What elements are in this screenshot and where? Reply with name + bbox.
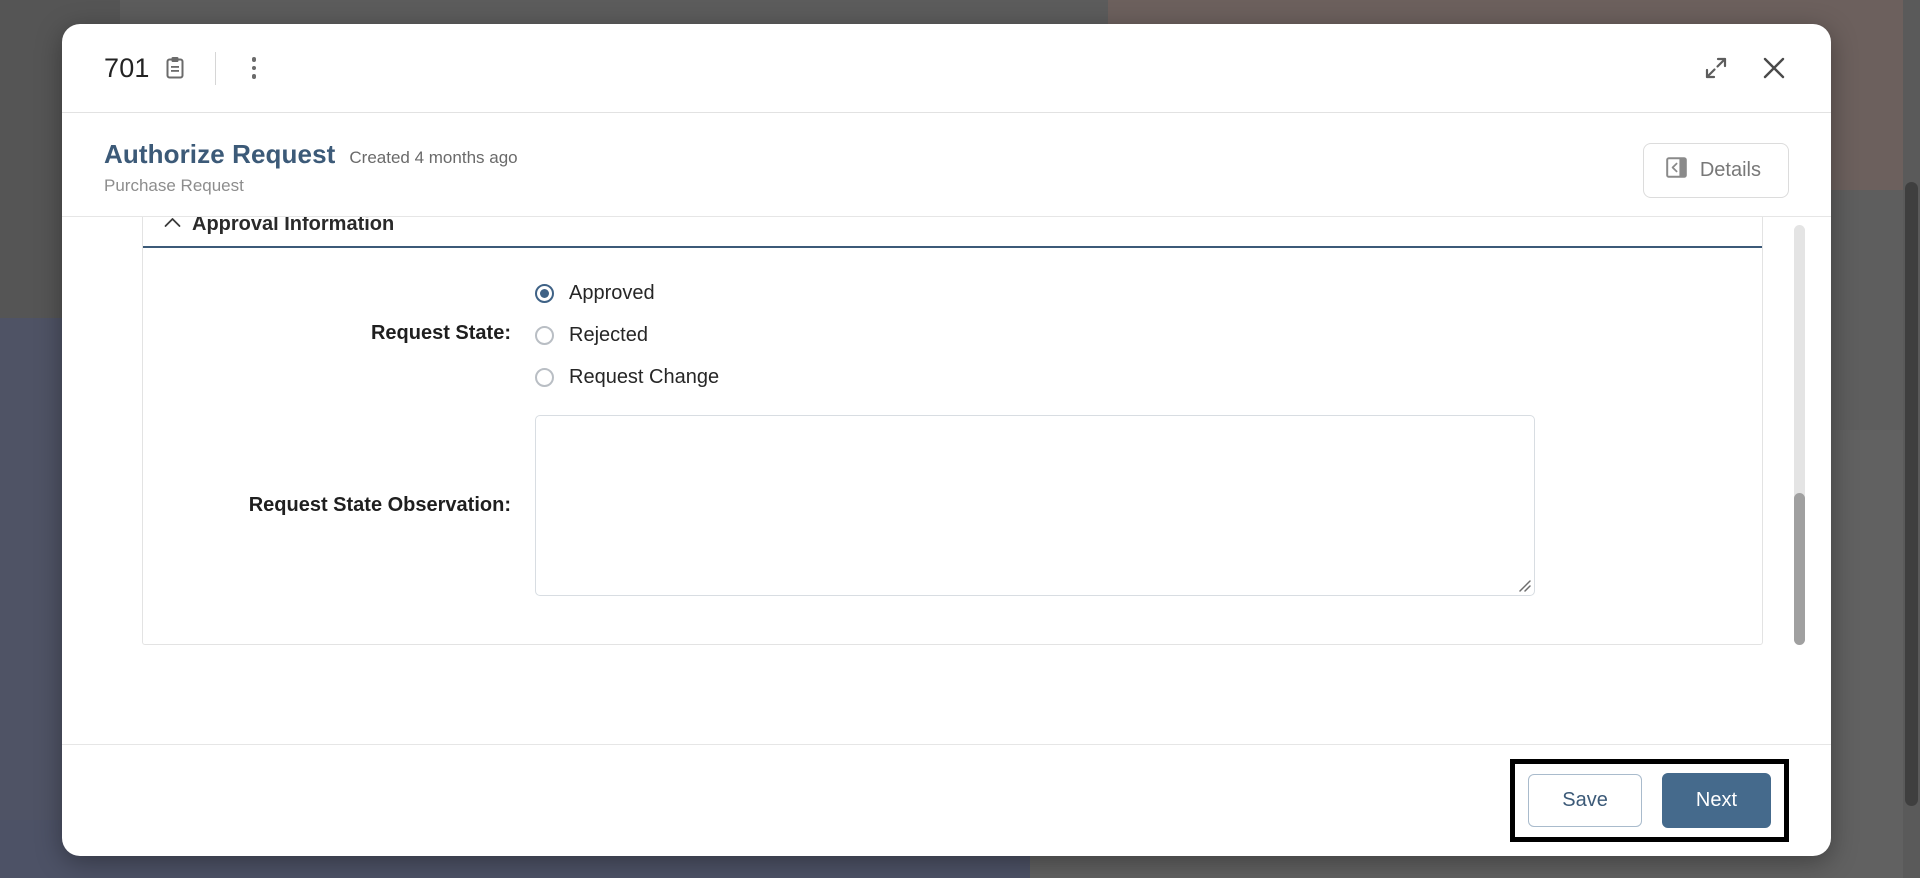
panel-toggle-icon xyxy=(1666,157,1687,184)
section-title: Approval Information xyxy=(192,217,395,235)
resize-grip-icon[interactable] xyxy=(1518,579,1531,592)
record-type-subtitle: Purchase Request xyxy=(104,176,244,195)
header-title-line: Authorize Request Created 4 months ago xyxy=(104,139,518,170)
modal-header: Authorize Request Created 4 months ago P… xyxy=(62,113,1831,217)
clipboard-icon[interactable] xyxy=(165,56,185,80)
observation-label: Request State Observation: xyxy=(248,494,511,516)
titlebar-divider xyxy=(214,51,216,85)
form-fields: Request State: Approved Rejected Request… xyxy=(143,248,1762,596)
form-scroll-region: Approval Information Request State: Appr… xyxy=(62,217,1831,663)
field-request-state: Request State: Approved Rejected Request… xyxy=(143,278,1762,389)
observation-textarea-wrap[interactable] xyxy=(535,415,1535,596)
radio-rejected-mark[interactable] xyxy=(535,326,554,345)
modal-footer: Save Next xyxy=(62,744,1831,856)
request-state-radio-group: Approved Rejected Request Change xyxy=(535,278,719,389)
page-scrollbar-thumb[interactable] xyxy=(1905,182,1918,806)
header-text-block: Authorize Request Created 4 months ago P… xyxy=(104,139,518,196)
approval-information-section: Approval Information Request State: Appr… xyxy=(142,217,1763,645)
radio-approved[interactable]: Approved xyxy=(535,282,719,305)
created-timestamp: Created 4 months ago xyxy=(349,148,518,167)
page-title: Authorize Request xyxy=(104,139,336,169)
record-modal: 701 Authorize Request Created 4 months a… xyxy=(62,24,1831,856)
page-scrollbar[interactable] xyxy=(1903,0,1920,878)
field-request-state-observation: Request State Observation: xyxy=(143,415,1762,596)
radio-request-change-mark[interactable] xyxy=(535,368,554,387)
radio-rejected-label: Rejected xyxy=(569,324,648,346)
next-button[interactable]: Next xyxy=(1661,773,1771,828)
form-scrollbar[interactable] xyxy=(1794,225,1805,645)
request-state-label: Request State: xyxy=(370,322,511,344)
modal-titlebar: 701 xyxy=(62,24,1831,113)
action-buttons-highlight: Save Next xyxy=(1510,759,1789,842)
save-button[interactable]: Save xyxy=(1528,774,1642,827)
expand-icon[interactable] xyxy=(1703,55,1729,81)
form-scrollbar-thumb[interactable] xyxy=(1794,493,1805,645)
chevron-up-icon[interactable] xyxy=(164,217,181,233)
section-header[interactable]: Approval Information xyxy=(143,217,1762,248)
record-id: 701 xyxy=(104,52,150,83)
radio-approved-mark[interactable] xyxy=(535,284,554,303)
more-vertical-icon[interactable] xyxy=(244,53,265,83)
radio-approved-label: Approved xyxy=(569,282,655,304)
titlebar-actions xyxy=(1703,53,1803,83)
details-button[interactable]: Details xyxy=(1642,143,1789,198)
radio-rejected[interactable]: Rejected xyxy=(535,324,719,347)
radio-request-change[interactable]: Request Change xyxy=(535,366,719,389)
radio-request-change-label: Request Change xyxy=(569,366,720,388)
details-button-label: Details xyxy=(1699,159,1761,181)
close-icon[interactable] xyxy=(1759,53,1789,83)
